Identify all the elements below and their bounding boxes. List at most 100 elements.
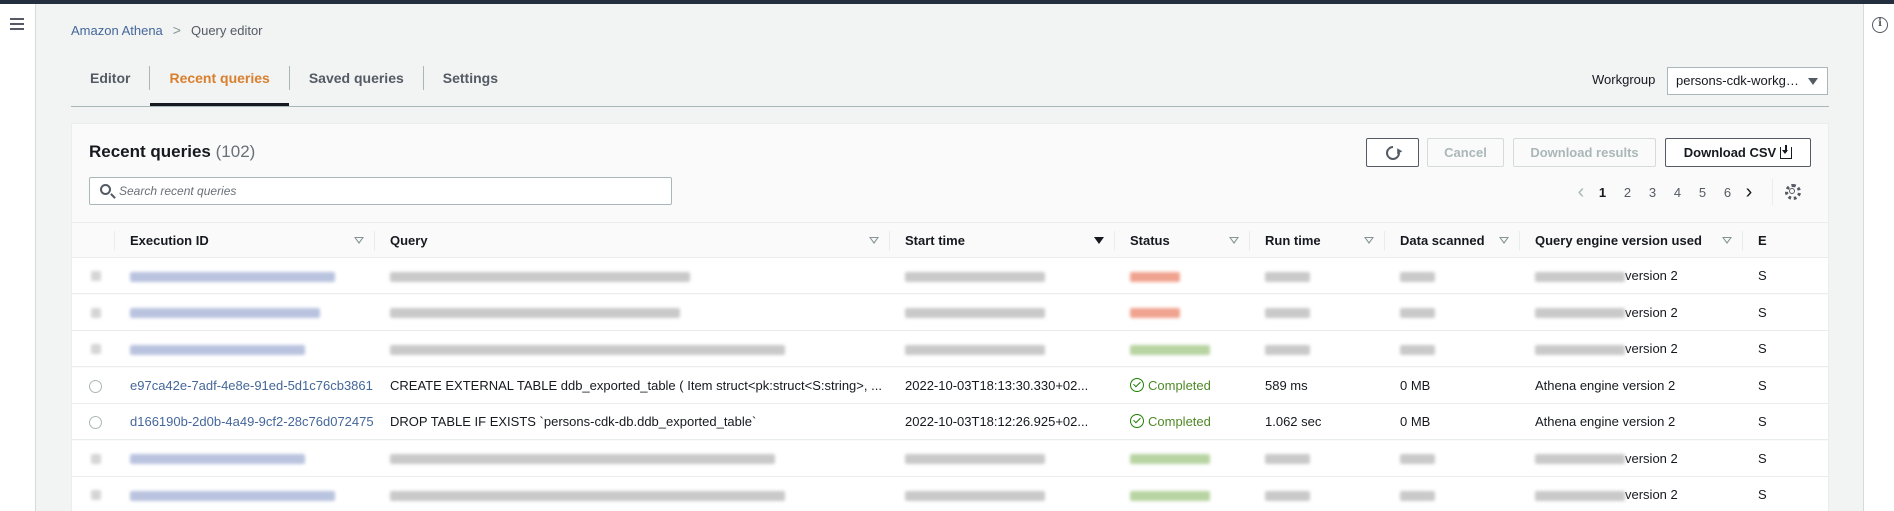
execution-id-link[interactable]: e97ca42e-7adf-4e8e-91ed-5d1c76cb3861	[114, 368, 374, 404]
gear-icon[interactable]	[1785, 184, 1801, 200]
breadcrumb: Amazon Athena > Query editor	[71, 22, 263, 38]
redacted-cell	[1249, 258, 1384, 294]
tab-saved-queries[interactable]: Saved queries	[288, 66, 423, 90]
search-icon	[100, 184, 111, 195]
previous-page-icon[interactable]: ‹	[1572, 182, 1590, 202]
column-label: Status	[1130, 233, 1170, 248]
workgroup-select[interactable]: persons-cdk-workg…	[1667, 67, 1828, 95]
engine-version-suffix: version 2	[1625, 341, 1678, 356]
column-label: Query engine version used	[1535, 233, 1702, 248]
tab-editor[interactable]: Editor	[71, 66, 149, 90]
redacted-cell	[1114, 331, 1249, 367]
refresh-icon	[1382, 143, 1403, 163]
download-icon	[1780, 145, 1793, 159]
info-icon[interactable]: i	[1872, 17, 1888, 33]
row-radio-button[interactable]	[89, 416, 102, 429]
column-execution-id[interactable]: Execution ID	[114, 223, 374, 258]
status-badge: Completed	[1114, 404, 1249, 440]
start-time: 2022-10-03T18:13:30.330+02...	[905, 377, 1089, 393]
column-run-time[interactable]: Run time	[1249, 223, 1384, 258]
redacted-text	[390, 344, 785, 355]
column-label: E	[1758, 233, 1767, 248]
run-time: 1.062 sec	[1265, 414, 1322, 429]
redacted-text	[1400, 454, 1435, 465]
table-row[interactable]: version 2 S	[72, 440, 1828, 477]
refresh-button[interactable]	[1366, 138, 1419, 167]
redacted-text	[1535, 308, 1625, 319]
breadcrumb-amazon-athena[interactable]: Amazon Athena	[71, 23, 163, 38]
column-data-scanned[interactable]: Data scanned	[1384, 223, 1519, 258]
redacted-cell	[374, 331, 889, 367]
page-2[interactable]: 2	[1615, 185, 1640, 200]
top-bar	[0, 0, 1894, 4]
execution-id-link[interactable]: d166190b-2d0b-4a49-9cf2-28c76d072475	[114, 404, 374, 440]
pager-divider	[1772, 179, 1773, 205]
search-input[interactable]: Search recent queries	[89, 177, 672, 205]
engine-version: Athena engine version 2	[1535, 414, 1676, 429]
redacted-cell	[1384, 477, 1519, 511]
redacted-cell	[1384, 331, 1519, 367]
redacted-cell	[1384, 258, 1519, 294]
redacted-text	[1130, 308, 1180, 319]
redacted-text	[1400, 308, 1435, 319]
redacted-text	[905, 308, 1045, 319]
column-query[interactable]: Query	[374, 223, 889, 258]
table-row[interactable]: e97ca42e-7adf-4e8e-91ed-5d1c76cb3861 CREA…	[72, 367, 1828, 404]
tab-settings[interactable]: Settings	[422, 66, 517, 90]
redacted-text	[1265, 344, 1310, 355]
start-time: 2022-10-03T18:12:26.925+02...	[905, 414, 1089, 429]
table-row[interactable]: version 2 S	[72, 331, 1828, 367]
engine-version-suffix: version 2	[1625, 304, 1678, 320]
redacted-cell	[374, 295, 889, 331]
redacted-text	[390, 271, 690, 282]
column-start-time[interactable]: Start time	[889, 223, 1114, 258]
column-label: Run time	[1265, 233, 1321, 248]
page-1[interactable]: 1	[1590, 185, 1615, 200]
cancel-button[interactable]: Cancel	[1427, 138, 1504, 167]
workgroup-label: Workgroup	[1592, 72, 1656, 87]
page-5[interactable]: 5	[1690, 185, 1715, 200]
redacted-cell: version 2	[1519, 258, 1742, 294]
download-results-button[interactable]: Download results	[1513, 138, 1656, 167]
redacted-cell: version 2	[1519, 295, 1742, 331]
redacted-text	[905, 490, 1045, 501]
row-select-control[interactable]	[91, 490, 101, 500]
redacted-cell	[374, 441, 889, 477]
column-extra[interactable]: E	[1742, 223, 1828, 258]
redacted-text	[1265, 490, 1310, 501]
redacted-text	[1400, 271, 1435, 282]
table-row[interactable]: version 2 S	[72, 294, 1828, 331]
redacted-text	[1535, 271, 1625, 282]
tab-recent-queries[interactable]: Recent queries	[149, 66, 290, 106]
column-engine-version[interactable]: Query engine version used	[1519, 223, 1742, 258]
page-3[interactable]: 3	[1640, 185, 1665, 200]
next-page-icon[interactable]: ›	[1740, 182, 1758, 202]
row-radio-button[interactable]	[89, 379, 102, 393]
sort-icon	[354, 237, 364, 244]
table-row[interactable]: version 2 S	[72, 477, 1828, 511]
redacted-text	[130, 271, 335, 282]
recent-queries-panel: Recent queries (102) Search recent queri…	[71, 123, 1829, 511]
page-4[interactable]: 4	[1665, 185, 1690, 200]
row-select-control[interactable]	[91, 344, 101, 354]
truncated-cell: S	[1758, 487, 1767, 502]
redacted-cell	[114, 258, 374, 294]
row-select-control[interactable]	[91, 271, 101, 281]
truncated-cell: S	[1758, 341, 1767, 356]
redacted-text	[1130, 454, 1210, 465]
query-text: DROP TABLE IF EXISTS `persons-cdk-db.ddb…	[390, 414, 757, 429]
download-csv-button[interactable]: Download CSV	[1665, 138, 1811, 167]
page-6[interactable]: 6	[1715, 185, 1740, 200]
menu-icon[interactable]	[10, 18, 24, 30]
column-status[interactable]: Status	[1114, 223, 1249, 258]
row-select-control[interactable]	[91, 453, 101, 464]
table-row[interactable]: version 2 S	[72, 258, 1828, 294]
redacted-text	[130, 454, 305, 465]
table-row[interactable]: d166190b-2d0b-4a49-9cf2-28c76d072475 DROP…	[72, 404, 1828, 440]
status-label: Completed	[1148, 377, 1211, 393]
redacted-cell	[1114, 295, 1249, 331]
sort-descending-icon	[1094, 237, 1104, 244]
chevron-right-icon: >	[172, 22, 181, 38]
row-select-control[interactable]	[91, 307, 101, 318]
search-placeholder: Search recent queries	[119, 184, 237, 198]
